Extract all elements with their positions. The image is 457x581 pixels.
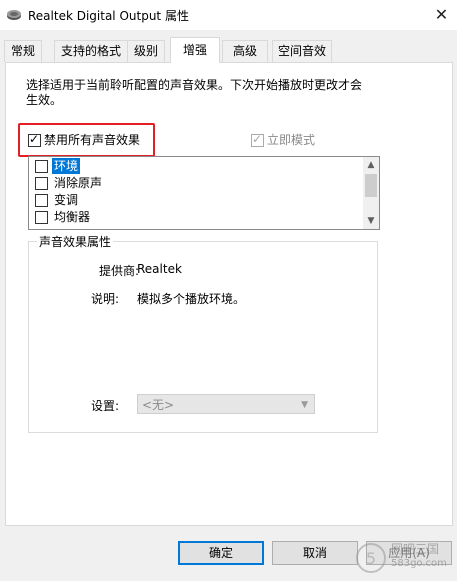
watermark-url: 583go.com xyxy=(391,558,447,569)
provider-label: 提供商: xyxy=(99,264,140,278)
scroll-up-icon[interactable]: ▲ xyxy=(363,157,379,173)
effects-list[interactable]: 环境 消除原声 变调 均衡器 ▲ ▼ xyxy=(28,156,380,230)
setting-label: 设置: xyxy=(91,399,120,413)
cancel-button[interactable]: 取消 xyxy=(272,541,358,565)
effect-checkbox[interactable] xyxy=(35,211,48,224)
disable-all-checkbox[interactable]: ✓ xyxy=(28,132,41,147)
tab-spatial-sound[interactable]: 空间音效 xyxy=(272,40,332,62)
scroll-down-icon[interactable]: ▼ xyxy=(363,213,379,229)
tab-levels[interactable]: 级别 xyxy=(127,40,165,62)
title-bar: Realtek Digital Output 属性 ✕ xyxy=(0,0,457,30)
effect-label: 消除原声 xyxy=(54,176,103,190)
tab-supported-formats[interactable]: 支持的格式 xyxy=(54,40,128,62)
immediate-mode-checkbox[interactable]: ✓ xyxy=(251,132,264,147)
disable-all-label[interactable]: 禁用所有声音效果 xyxy=(44,131,140,148)
explain-label: 说明: xyxy=(91,292,120,306)
ok-button[interactable]: 确定 xyxy=(178,541,264,565)
setting-value: <无> xyxy=(142,398,175,412)
effect-checkbox[interactable] xyxy=(35,177,48,190)
effect-label: 变调 xyxy=(54,193,79,207)
checkmark-icon: ✓ xyxy=(29,132,40,146)
effect-properties-group: 声音效果属性 提供商: Realtek 说明: 模拟多个播放环境。 设置: <无… xyxy=(28,233,378,433)
watermark-logo: 5 网吧三国 583go.com xyxy=(355,538,455,578)
tab-general[interactable]: 常规 xyxy=(4,40,42,62)
watermark-text: 网吧三国 xyxy=(391,542,440,556)
group-title: 声音效果属性 xyxy=(37,233,114,250)
list-scrollbar[interactable]: ▲ ▼ xyxy=(363,157,379,229)
description-text: 选择适用于当前聆听配置的声音效果。下次开始播放时更改才会生效。 xyxy=(26,78,363,107)
close-icon: ✕ xyxy=(434,5,449,24)
effect-checkbox[interactable] xyxy=(35,160,48,173)
chevron-down-icon: ▼ xyxy=(301,400,308,410)
close-button[interactable]: ✕ xyxy=(426,0,457,30)
tab-enhancements[interactable]: 增强 xyxy=(170,37,220,63)
effect-checkbox[interactable] xyxy=(35,194,48,207)
explain-value: 模拟多个播放环境。 xyxy=(137,292,246,306)
immediate-mode-label[interactable]: 立即模式 xyxy=(267,131,315,148)
tab-advanced[interactable]: 高级 xyxy=(222,40,268,62)
checkmark-icon: ✓ xyxy=(252,132,263,146)
svg-text:5: 5 xyxy=(366,549,376,568)
window-title: Realtek Digital Output 属性 xyxy=(28,9,189,23)
enhancements-panel: 选择适用于当前聆听配置的声音效果。下次开始播放时更改才会生效。 ✓ 禁用所有声音… xyxy=(5,62,453,526)
scroll-thumb[interactable] xyxy=(365,174,377,197)
effect-label: 均衡器 xyxy=(54,210,91,224)
speaker-icon xyxy=(7,10,21,20)
provider-value: Realtek xyxy=(137,262,182,276)
effect-label: 环境 xyxy=(52,158,81,174)
setting-select[interactable]: <无> ▼ xyxy=(137,394,315,414)
